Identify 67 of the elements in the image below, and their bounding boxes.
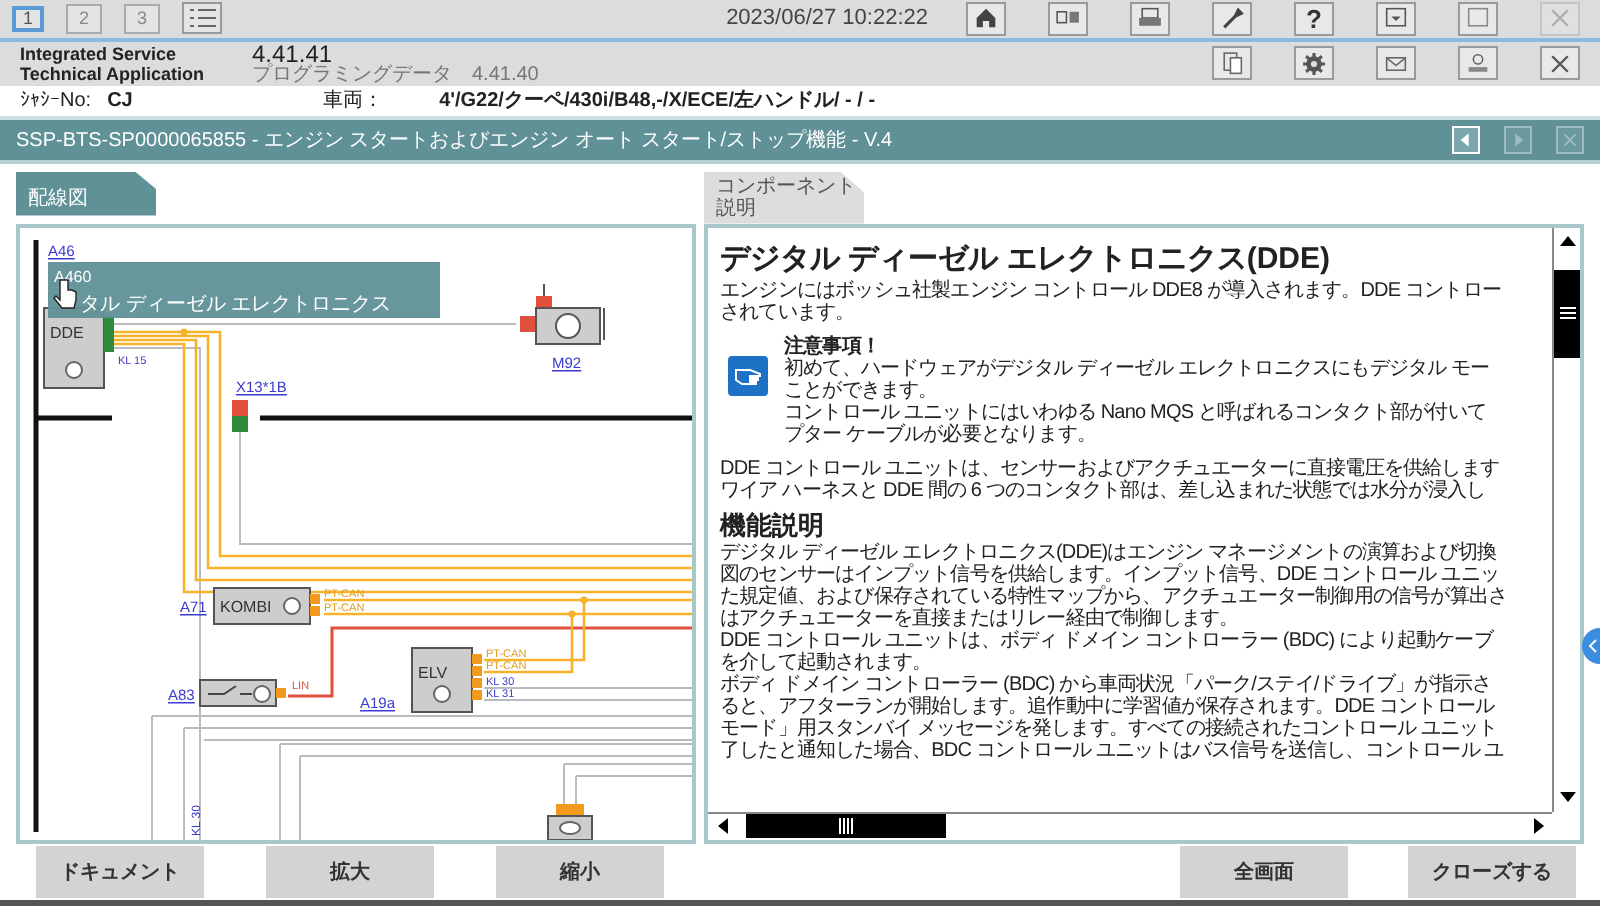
description-line: されています。 [720,301,857,324]
printer-icon[interactable] [1130,1,1170,36]
chassis-value: CJ [107,89,135,112]
description-line: 了したと通知した場合、BDC コントロール ユニットはバス信号を送信し、コントロール ユ [720,739,1506,762]
component-name: ELV [418,663,448,682]
app-version: 4.41.41 [252,41,335,66]
tooltip-code: A460 [54,267,92,286]
component-description-tab[interactable]: コンポーネント 説明 [704,171,864,224]
panels-icon[interactable] [1048,1,1088,36]
motor-icon [520,282,605,345]
note-line: コントロール ユニットにはいわゆる Nano MQS と呼ばれるコンタクト部が付いて [784,401,1488,424]
programming-data-label: プログラミングデータ [252,65,452,86]
action-button[interactable]: 縮小 [496,845,664,898]
description-line: ワイア ハーネスと DDE 間の 6 つのコンタクト部は、差し込まれた状態では水分が浸入し [720,479,1488,502]
document-title: SSP-BTS-SP0000065855 - エンジン スタートおよびエンジン オート スタート/ストップ機能 - V.4 [16,127,895,154]
action-button[interactable]: クローズする [1408,845,1576,898]
description-line: ボディ ドメイン コントローラー (BDC) から車両状況「パーク/ステイ/ドライブ」が指示さ [720,673,1494,696]
window-tab[interactable]: 1 [12,5,44,32]
vehicle-value: 4'/G22/クーペ/430i/B48,-/X/ECE/左ハンドル/ - / - [439,87,876,115]
mail-icon[interactable] [1376,46,1416,81]
programming-data-version: 4.41.40 [472,65,539,86]
switch-icon [199,678,286,707]
tooltip-text: タル ディーゼル エレクトロニクス [80,293,392,316]
action-button[interactable]: 拡大 [266,845,434,898]
component-name: KOMBI [220,597,272,616]
window-icon[interactable] [1458,1,1498,36]
description-line: た規定値、および保存されている特性マップから、アクチュエーター制御用の信号が算出さ [720,585,1510,608]
component-title: デジタル ディーゼル エレクトロニクス(DDE) [720,247,1332,270]
wiring-diagram-tab[interactable]: 配線図 [16,171,156,216]
description-line: DDE コントロール ユニットは、センサーおよびアクチュエーターに直接電圧を供給します [720,457,1501,480]
right-triangle-icon [1533,818,1545,835]
settings-icon[interactable] [1294,46,1334,81]
note-line: プター ケーブルが必要となります。 [784,423,1098,446]
action-button[interactable]: 全画面 [1180,845,1348,898]
vertical-scroll-thumb[interactable] [1554,269,1580,358]
description-line: 図のセンサーはインプット信号を供給します。インプット信号、DDE コントロール ユニッ [720,563,1501,586]
description-line: ると、アフターランが開始します。追作動中に学習値が保存されます。DDE コントロール [720,695,1497,718]
description-line: を介して起動されます。 [720,651,934,674]
help-button[interactable]: ? [1294,1,1334,36]
down-triangle-icon [1559,792,1575,805]
left-triangle-icon [715,818,727,835]
description-line: はアクチュエーターを直接またはリレー経由で制御します。 [720,607,1241,630]
previous-button[interactable] [1452,125,1480,154]
app-name: Integrated Service Technical Application [20,43,207,84]
note-line: 初めて、ハードウェアがデジタル ディーゼル エレクトロニクスにもデジタル モー [784,357,1490,380]
list-icon[interactable] [182,2,222,35]
description-line: デジタル ディーゼル エレクトロニクス(DDE)はエンジン マネージメントの演算および切換 [720,541,1499,564]
note-line: ことができます。 [784,379,940,402]
minimize-icon[interactable] [1376,1,1416,36]
description-line: モード」用スタンバイ メッセージを発します。すべての接続されたコントロール ユニット [720,717,1500,740]
document-icon[interactable] [1212,46,1252,81]
description-line: エンジンにはボッシュ社製エンジン コントロール DDE8 が導入されます。DDE コントロー [720,279,1504,302]
wrench-icon[interactable] [1212,1,1252,36]
note-title: 注意事項！ [784,335,883,358]
home-icon[interactable] [966,1,1006,36]
side-handle-icon[interactable] [1580,627,1600,664]
action-button[interactable]: ドキュメント [36,845,204,898]
chassis-label: ｼｬｼｰNo: [20,88,92,113]
up-triangle-icon [1559,234,1575,247]
description-line: DDE コントロール ユニットは、ボディ ドメイン コントローラー (BDC) により起動ケーブ [720,629,1496,652]
close-icon[interactable] [1540,46,1580,81]
horizontal-scroll-thumb[interactable] [746,814,946,839]
vehicle-label: 車両： [323,87,386,115]
section-heading: 機能説明 [720,513,826,536]
connector-icon [232,399,248,432]
component-name: DDE [50,323,84,342]
date-time: 2023/06/27 10:22:22 [726,6,928,31]
